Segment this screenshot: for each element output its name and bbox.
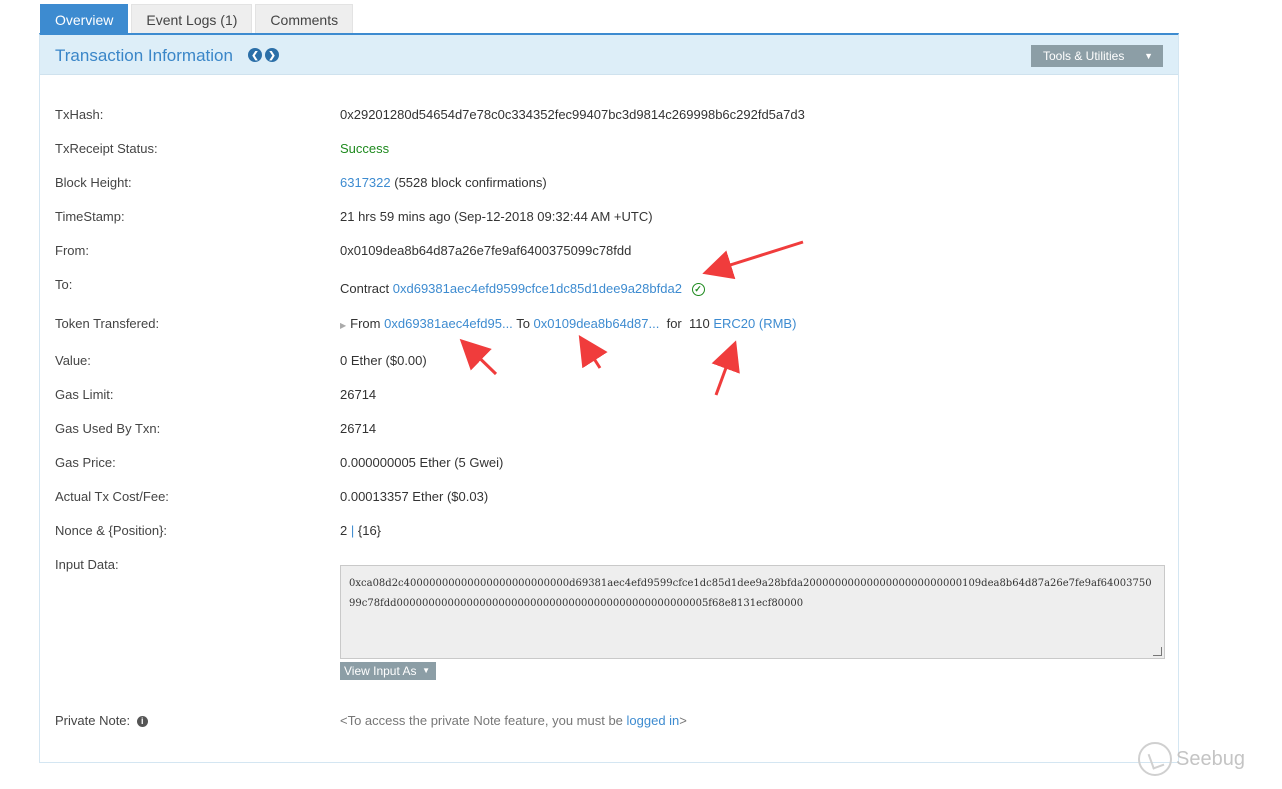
tools-utilities-label: Tools & Utilities [1043, 49, 1125, 63]
block-confirmations: (5528 block confirmations) [394, 175, 547, 190]
private-note-prefix: <To access the private Note feature, you… [340, 713, 627, 728]
seebug-logo-icon [1138, 742, 1172, 776]
timestamp-value: 21 hrs 59 mins ago (Sep-12-2018 09:32:44… [340, 209, 653, 224]
tx-cost-value: 0.00013357 Ether ($0.03) [340, 489, 489, 504]
txhash-value: 0x29201280d54654d7e78c0c334352fec99407bc… [340, 107, 805, 122]
token-transfered-label: Token Transfered: [55, 316, 160, 331]
panel-header: Transaction Information ❮ ❯ Tools & Util… [40, 35, 1178, 75]
tab-overview[interactable]: Overview [40, 4, 129, 34]
row-status: TxReceipt Status: Success [55, 141, 1165, 161]
from-label: From: [55, 243, 89, 258]
row-gas-limit: Gas Limit: 26714 [55, 387, 1165, 407]
block-number-link[interactable]: 6317322 [340, 175, 391, 190]
tab-event-logs[interactable]: Event Logs (1) [131, 4, 253, 34]
view-input-as-label: View Input As [344, 664, 417, 678]
token-name-link[interactable]: ERC20 (RMB) [713, 316, 796, 331]
gas-used-label: Gas Used By Txn: [55, 421, 161, 436]
row-token-transfered: Token Transfered: ▶ From 0xd69381aec4efd9… [55, 316, 1165, 336]
gas-price-value: 0.000000005 Ether (5 Gwei) [340, 455, 504, 470]
seebug-watermark: Seebug [1138, 742, 1245, 776]
row-gas-used: Gas Used By Txn: 26714 [55, 421, 1165, 441]
tx-cost-label: Actual Tx Cost/Fee: [55, 489, 169, 504]
chevron-down-icon: ▼ [1144, 51, 1153, 61]
row-private-note: Private Note: i <To access the private N… [55, 713, 1165, 733]
row-gas-price: Gas Price: 0.000000005 Ether (5 Gwei) [55, 455, 1165, 475]
tab-bar: Overview Event Logs (1) Comments [40, 4, 356, 34]
block-height-label: Block Height: [55, 175, 132, 190]
row-nonce: Nonce & {Position}: 2 | {16} [55, 523, 1165, 543]
token-for-word: for [666, 316, 682, 331]
to-value: Contract 0xd69381aec4efd9599cfce1dc85d1d… [340, 281, 705, 297]
caret-right-icon: ▶ [340, 321, 347, 330]
nonce-position: {16} [357, 523, 382, 538]
next-tx-icon[interactable]: ❯ [265, 48, 279, 62]
panel-title: Transaction Information [55, 46, 233, 65]
tab-comments[interactable]: Comments [255, 4, 354, 34]
nonce-number: 2 [340, 523, 348, 538]
private-note-label: Private Note: [55, 713, 131, 728]
nonce-separator: | [350, 523, 355, 538]
row-block-height: Block Height: 6317322 (5528 block confir… [55, 175, 1165, 195]
view-input-as-button[interactable]: View Input As ▼ [340, 662, 436, 680]
private-note-label-wrap: Private Note: i [55, 713, 148, 728]
row-tx-cost: Actual Tx Cost/Fee: 0.00013357 Ether ($0… [55, 489, 1165, 509]
row-timestamp: TimeStamp: 21 hrs 59 mins ago (Sep-12-20… [55, 209, 1165, 229]
row-value: Value: 0 Ether ($0.00) [55, 353, 1165, 373]
gas-limit-value: 26714 [340, 387, 377, 402]
token-to-address-link[interactable]: 0x0109dea8b64d87... [534, 316, 660, 331]
gas-limit-label: Gas Limit: [55, 387, 114, 402]
input-data-textarea[interactable]: 0xca08d2c40000000000000000000000000d6938… [340, 565, 1165, 659]
status-value: Success [340, 141, 390, 156]
resize-handle-icon[interactable] [1153, 647, 1162, 656]
block-height-value: 6317322 (5528 block confirmations) [340, 175, 547, 190]
info-icon[interactable]: i [136, 716, 148, 728]
row-to: To: Contract 0xd69381aec4efd9599cfce1dc8… [55, 277, 1165, 297]
watermark-text: Seebug [1176, 747, 1245, 770]
value-value: 0 Ether ($0.00) [340, 353, 427, 368]
row-txhash: TxHash: 0x29201280d54654d7e78c0c334352fe… [55, 107, 1165, 127]
to-label: To: [55, 277, 73, 292]
tx-navigation: ❮ ❯ [248, 48, 279, 62]
token-from-address-link[interactable]: 0xd69381aec4efd95... [384, 316, 513, 331]
gas-price-label: Gas Price: [55, 455, 116, 470]
timestamp-label: TimeStamp: [55, 209, 125, 224]
token-transfer-value: ▶ From 0xd69381aec4efd95... To 0x0109dea8… [340, 316, 796, 331]
gas-used-value: 26714 [340, 421, 377, 436]
private-note-suffix: > [679, 713, 687, 728]
tools-utilities-button[interactable]: Tools & Utilities ▼ [1031, 45, 1163, 67]
contract-prefix: Contract [340, 281, 390, 296]
nonce-value: 2 | {16} [340, 523, 381, 538]
input-data-value: 0xca08d2c40000000000000000000000000d6938… [349, 578, 1152, 609]
status-label: TxReceipt Status: [55, 141, 158, 156]
nonce-label: Nonce & {Position}: [55, 523, 168, 538]
contract-address-link[interactable]: 0xd69381aec4efd9599cfce1dc85d1dee9a28bfd… [393, 281, 682, 296]
txhash-label: TxHash: [55, 107, 104, 122]
token-amount: 110 [688, 316, 710, 331]
verified-check-icon: ✓ [691, 283, 705, 297]
login-link[interactable]: logged in [627, 713, 680, 728]
row-from: From: 0x0109dea8b64d87a26e7fe9af64003750… [55, 243, 1165, 263]
previous-tx-icon[interactable]: ❮ [248, 48, 262, 62]
value-label: Value: [55, 353, 91, 368]
token-to-word: To [516, 316, 530, 331]
private-note-value: <To access the private Note feature, you… [340, 713, 687, 728]
input-data-label: Input Data: [55, 557, 119, 572]
from-address-link[interactable]: 0x0109dea8b64d87a26e7fe9af6400375099c78f… [340, 243, 631, 258]
chevron-down-icon: ▼ [422, 666, 430, 675]
token-from-word: From [350, 316, 381, 331]
